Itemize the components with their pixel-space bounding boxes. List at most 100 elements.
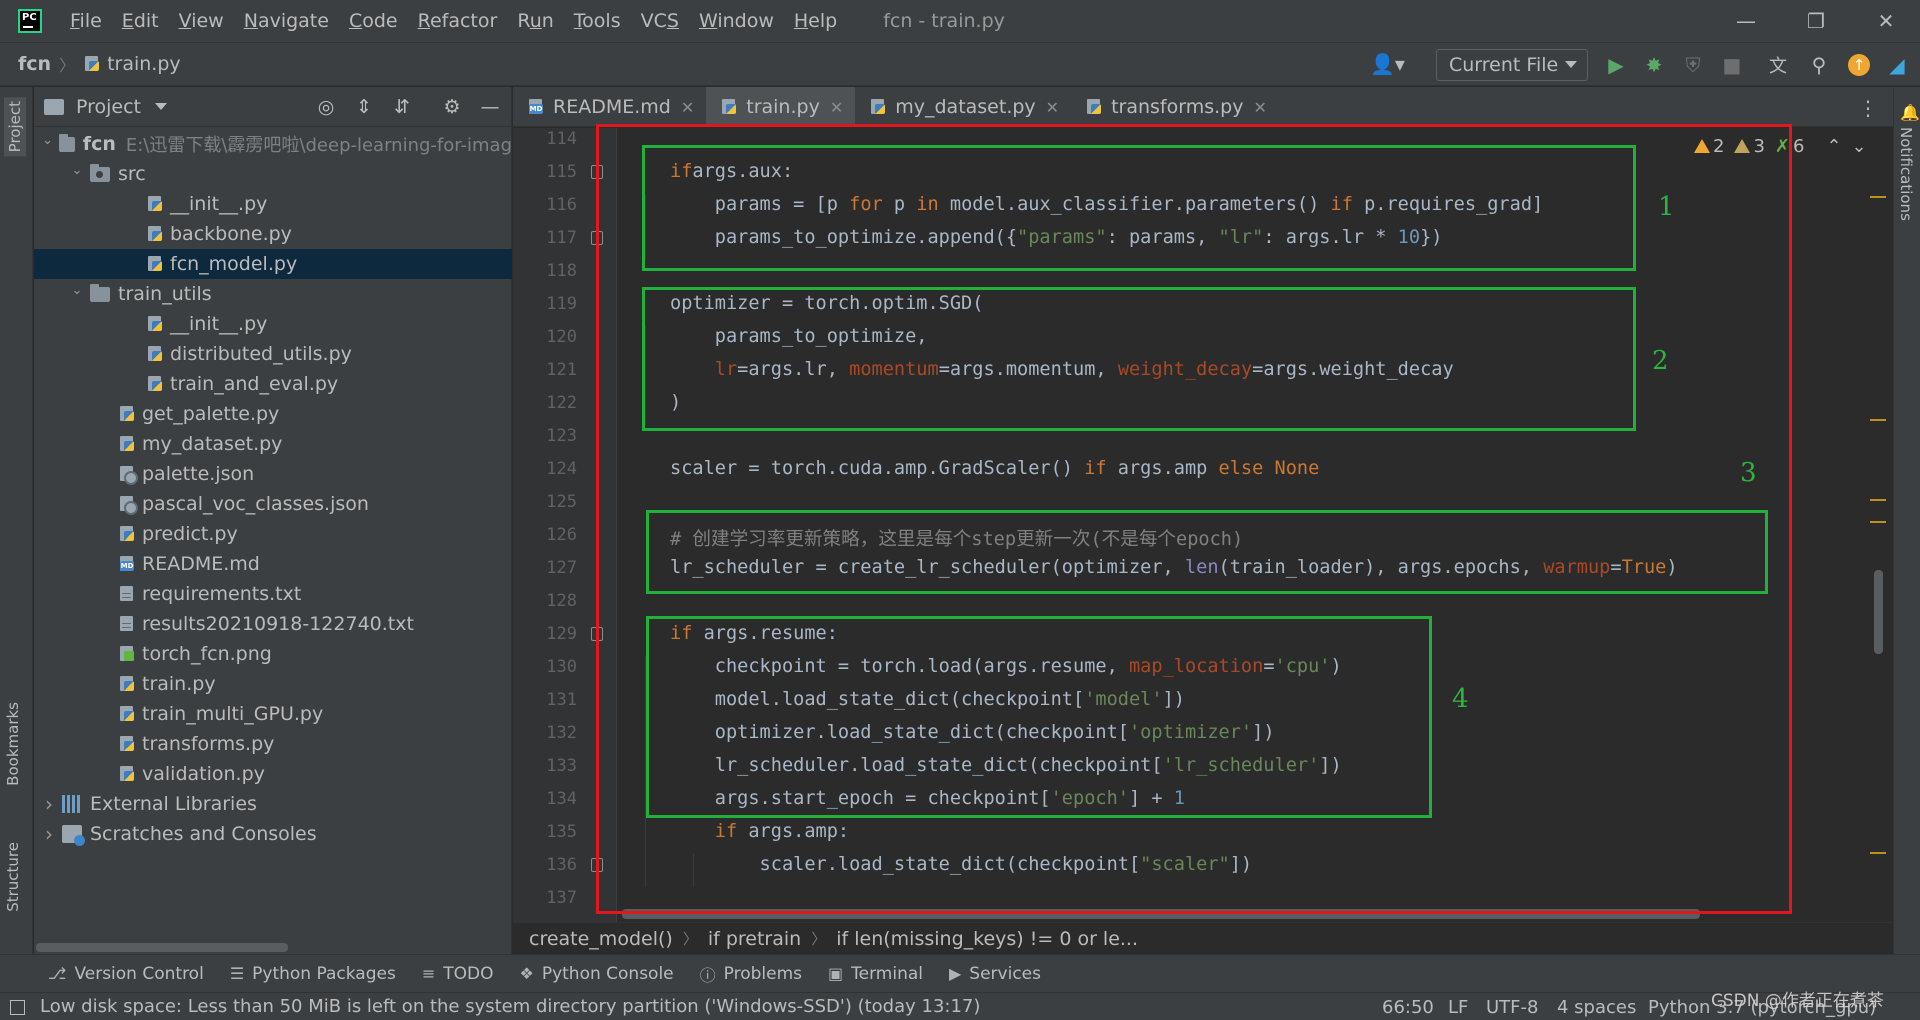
more-options-icon[interactable]: ⋮ [1858, 96, 1878, 120]
line-number[interactable]: 116 [513, 195, 577, 215]
line-number[interactable]: 124 [513, 459, 577, 479]
structure-tool-tab[interactable]: Structure [4, 842, 22, 912]
line-number[interactable]: 132 [513, 723, 577, 743]
project-tree-scrollbar[interactable] [34, 940, 512, 954]
menu-code[interactable]: Code [339, 10, 408, 32]
tree-item[interactable]: distributed_utils.py [34, 339, 512, 369]
menu-navigate[interactable]: Navigate [234, 10, 339, 32]
line-number[interactable]: 136 [513, 855, 577, 875]
notifications-bell-icon[interactable]: 🔔 [1900, 103, 1920, 122]
tree-item[interactable]: palette.json [34, 459, 512, 489]
chevron-down-icon[interactable]: ⌄ [42, 133, 53, 148]
warning-marker[interactable] [1870, 852, 1886, 854]
stop-icon[interactable]: ■ [1719, 52, 1745, 78]
close-tab-icon[interactable]: ✕ [1046, 98, 1059, 117]
tree-item[interactable]: get_palette.py [34, 399, 512, 429]
editor-tab[interactable]: transforms.py ✕ [1071, 87, 1279, 127]
warning-marker[interactable] [1870, 521, 1886, 523]
line-number[interactable]: 127 [513, 558, 577, 578]
tree-item[interactable]: __init__.py [34, 309, 512, 339]
run-icon[interactable]: ▶ [1603, 52, 1629, 78]
menu-refactor[interactable]: Refactor [408, 10, 508, 32]
debug-icon[interactable]: ✸ [1641, 52, 1667, 78]
line-number[interactable]: 115 [513, 162, 577, 182]
line-number[interactable]: 131 [513, 690, 577, 710]
line-number[interactable]: 133 [513, 756, 577, 776]
close-icon[interactable]: ✕ [1856, 0, 1916, 42]
tree-item[interactable]: train_and_eval.py [34, 369, 512, 399]
expand-all-icon[interactable]: ⇕ [352, 95, 376, 119]
line-number[interactable]: 130 [513, 657, 577, 677]
update-icon[interactable]: ↑ [1846, 52, 1872, 78]
code-breadcrumb-item[interactable]: create_model() [529, 928, 673, 950]
tool-window-problems[interactable]: ⓘ Problems [700, 962, 802, 986]
code-breadcrumb-item[interactable]: if pretrain [708, 928, 801, 950]
line-number[interactable]: 114 [513, 129, 577, 149]
tool-window-version-control[interactable]: ⎇ Version Control [48, 964, 204, 984]
close-tab-icon[interactable]: ✕ [830, 98, 843, 117]
close-tab-icon[interactable]: ✕ [681, 98, 694, 117]
tree-item[interactable]: fcn_model.py [34, 249, 512, 279]
jetbrains-toolbox-icon[interactable]: ◢ [1884, 52, 1910, 78]
error-stripe[interactable] [1866, 128, 1892, 922]
chevron-right-icon[interactable]: › [42, 822, 56, 846]
translate-icon[interactable]: 文 [1765, 52, 1791, 78]
user-icon[interactable]: 👤▾ [1370, 52, 1405, 76]
hide-panel-icon[interactable]: — [478, 95, 502, 119]
locate-file-icon[interactable]: ◎ [314, 95, 338, 119]
minimize-icon[interactable]: — [1716, 0, 1776, 42]
tool-window-python-console[interactable]: ❖ Python Console [519, 964, 673, 984]
toggle-tool-windows-icon[interactable] [10, 1000, 25, 1015]
indent-setting[interactable]: 4 spaces [1557, 997, 1636, 1018]
tree-item[interactable]: › External Libraries [34, 789, 512, 819]
file-encoding[interactable]: UTF-8 [1486, 997, 1538, 1018]
warning-marker[interactable] [1870, 196, 1886, 198]
chevron-right-icon[interactable]: › [42, 792, 56, 816]
status-message[interactable]: Low disk space: Less than 50 MiB is left… [40, 996, 980, 1017]
collapse-all-icon[interactable]: ⇵ [390, 95, 414, 119]
project-tool-tab[interactable]: Project [4, 97, 26, 157]
line-number[interactable]: 119 [513, 294, 577, 314]
tree-item[interactable]: ⌄ src [34, 159, 512, 189]
tree-item[interactable]: ⌄ train_utils [34, 279, 512, 309]
previous-highlight-icon[interactable]: ⌃ [1826, 136, 1841, 157]
line-number[interactable]: 121 [513, 360, 577, 380]
breadcrumb-file[interactable]: train.py [107, 53, 181, 75]
tree-item[interactable]: transforms.py [34, 729, 512, 759]
scrollbar-thumb[interactable] [36, 943, 288, 952]
run-with-coverage-icon[interactable]: ⛨ [1680, 52, 1706, 78]
editor-vertical-scrollbar[interactable] [1874, 570, 1883, 654]
code-breadcrumb-item[interactable]: if len(missing_keys) != 0 or le... [836, 928, 1138, 950]
notifications-tool-tab[interactable]: Notifications [1897, 127, 1915, 221]
menu-run[interactable]: Run [507, 10, 563, 32]
menu-vcs[interactable]: VCS [631, 10, 689, 32]
tree-item[interactable]: pascal_voc_classes.json [34, 489, 512, 519]
line-number[interactable]: 122 [513, 393, 577, 413]
settings-gear-icon[interactable]: ⚙ [440, 95, 464, 119]
menu-view[interactable]: View [169, 10, 234, 32]
line-number[interactable]: 126 [513, 525, 577, 545]
tool-window-todo[interactable]: ≡ TODO [422, 964, 494, 984]
bookmarks-tool-tab[interactable]: Bookmarks [4, 702, 22, 786]
menu-tools[interactable]: Tools [564, 10, 631, 32]
run-configuration-select[interactable]: Current File [1436, 49, 1588, 81]
editor-tab[interactable]: train.py ✕ [706, 87, 856, 127]
tree-item[interactable]: validation.py [34, 759, 512, 789]
menu-edit[interactable]: Edit [112, 10, 169, 32]
line-number[interactable]: 134 [513, 789, 577, 809]
tree-item[interactable]: requirements.txt [34, 579, 512, 609]
search-icon[interactable]: ⚲ [1806, 52, 1832, 78]
tree-item[interactable]: backbone.py [34, 219, 512, 249]
chevron-down-icon[interactable]: ⌄ [70, 283, 84, 298]
line-separator[interactable]: LF [1448, 997, 1468, 1018]
caret-position[interactable]: 66:50 [1382, 997, 1434, 1018]
chevron-down-icon[interactable] [155, 103, 168, 110]
next-highlight-icon[interactable]: ⌄ [1852, 136, 1867, 157]
warning-marker[interactable] [1870, 499, 1886, 501]
tree-item[interactable]: ⌄ fcn E:\迅雷下载\霹雳吧啦\deep-learning-for-imag [34, 129, 512, 159]
line-number[interactable]: 117 [513, 228, 577, 248]
tool-window-services[interactable]: ▶ Services [949, 964, 1041, 984]
menu-help[interactable]: Help [784, 10, 847, 32]
line-number[interactable]: 135 [513, 822, 577, 842]
tree-item[interactable]: results20210918-122740.txt [34, 609, 512, 639]
